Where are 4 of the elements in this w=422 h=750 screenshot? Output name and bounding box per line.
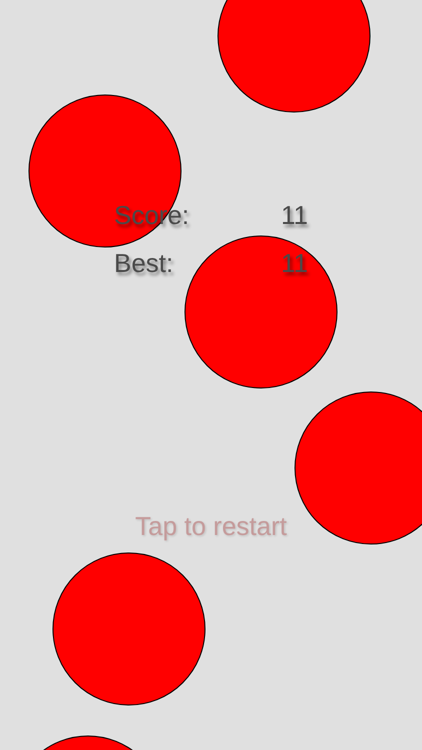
restart-prompt[interactable]: Tap to restart: [135, 511, 287, 541]
stat-value: 11: [281, 248, 308, 278]
stat-label: Best:: [114, 248, 174, 278]
stat-value: 11: [281, 200, 308, 230]
